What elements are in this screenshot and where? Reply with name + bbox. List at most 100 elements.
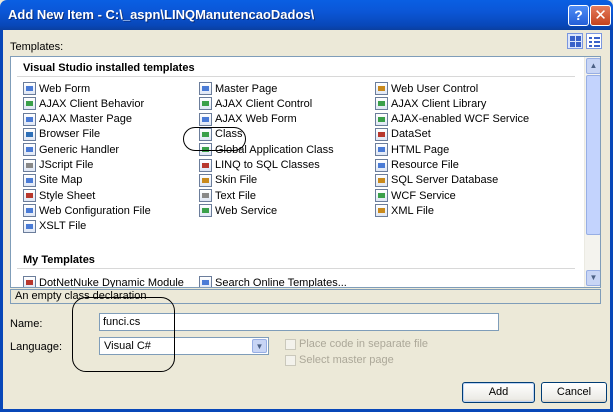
template-item[interactable]: AJAX-enabled WCF Service	[375, 112, 529, 127]
template-label: Style Sheet	[39, 189, 96, 202]
template-item[interactable]: JScript File	[23, 158, 93, 173]
close-button[interactable]: ✕	[590, 5, 611, 26]
template-icon	[375, 127, 388, 141]
large-icons-view-button[interactable]	[567, 33, 583, 49]
template-icon	[23, 143, 36, 157]
template-item[interactable]: XSLT File	[23, 219, 86, 234]
help-button[interactable]: ?	[568, 5, 589, 26]
template-label: Resource File	[391, 159, 459, 171]
template-label: JScript File	[39, 159, 94, 171]
template-label: AJAX Client Control	[215, 97, 313, 110]
template-label: Web Form	[39, 82, 91, 95]
template-label: XSLT File	[39, 220, 87, 233]
add-button[interactable]: Add	[462, 382, 535, 403]
template-item[interactable]: Web User Control	[375, 81, 478, 96]
template-icon	[199, 158, 212, 172]
master-page-label: Select master page	[299, 354, 394, 366]
template-label: AJAX Client Behavior	[39, 97, 145, 110]
class-highlight-annotation	[183, 127, 246, 151]
template-icon	[375, 112, 388, 126]
vertical-scrollbar[interactable]: ▲ ▼	[584, 57, 600, 287]
separate-file-checkbox[interactable]	[285, 339, 296, 350]
scroll-up-button[interactable]: ▲	[586, 58, 600, 74]
template-icon	[23, 173, 36, 187]
template-icon	[199, 204, 212, 218]
template-label: AJAX Client Library	[391, 97, 487, 110]
template-label: XML File	[391, 204, 434, 217]
name-label: Name:	[10, 318, 43, 330]
template-icon	[23, 82, 36, 95]
chevron-down-icon[interactable]: ▼	[252, 339, 267, 353]
template-item[interactable]: XML File	[375, 203, 434, 218]
template-item[interactable]: Web Configuration File	[23, 203, 151, 218]
master-page-checkbox[interactable]	[285, 355, 296, 366]
template-icon	[199, 82, 212, 95]
template-label: Search Online Templates...	[215, 276, 347, 288]
template-icon	[23, 127, 36, 141]
template-icon	[23, 276, 36, 287]
template-icon	[375, 173, 388, 187]
template-icon	[23, 97, 36, 111]
template-item[interactable]: AJAX Client Behavior	[23, 96, 144, 111]
template-item[interactable]: Web Form	[23, 81, 90, 96]
template-icon	[375, 204, 388, 218]
template-item[interactable]: WCF Service	[375, 188, 456, 203]
template-icon	[199, 112, 212, 126]
templates-list[interactable]: Visual Studio installed templates My Tem…	[10, 56, 601, 288]
template-icon	[375, 189, 388, 203]
template-label: DotNetNuke Dynamic Module	[39, 276, 184, 288]
template-icon	[23, 112, 36, 126]
template-icon	[23, 219, 36, 233]
template-item[interactable]: Resource File	[375, 158, 459, 173]
template-label: DataSet	[391, 128, 431, 141]
template-icon	[23, 204, 36, 218]
template-label: LINQ to SQL Classes	[215, 159, 320, 171]
small-icons-view-button[interactable]	[586, 33, 602, 49]
template-item[interactable]: HTML Page	[375, 142, 449, 157]
template-label: Web User Control	[391, 82, 479, 95]
template-label: Master Page	[215, 82, 278, 95]
template-item[interactable]: Style Sheet	[23, 188, 95, 203]
template-item[interactable]: SQL Server Database	[375, 173, 498, 188]
template-label: AJAX-enabled WCF Service	[391, 113, 530, 126]
template-icon	[375, 143, 388, 157]
template-item[interactable]: Generic Handler	[23, 142, 119, 157]
template-label: AJAX Web Form	[215, 113, 297, 126]
template-label: HTML Page	[391, 143, 450, 156]
template-item[interactable]: Text File	[199, 188, 256, 203]
template-item[interactable]: Web Service	[199, 203, 277, 218]
my-templates-header: My Templates	[23, 254, 95, 266]
template-item[interactable]: AJAX Web Form	[199, 112, 297, 127]
template-label: WCF Service	[391, 189, 456, 202]
template-item[interactable]: LINQ to SQL Classes	[199, 158, 320, 173]
template-item[interactable]: Master Page	[199, 81, 277, 96]
template-icon	[375, 158, 388, 172]
template-item[interactable]: Browser File	[23, 127, 100, 142]
template-item[interactable]: Skin File	[199, 173, 257, 188]
header-divider	[17, 268, 575, 269]
template-label: Generic Handler	[39, 143, 120, 156]
template-label: AJAX Master Page	[39, 113, 132, 126]
template-item[interactable]: Search Online Templates...	[199, 275, 347, 288]
template-label: Site Map	[39, 174, 83, 187]
template-label: Web Service	[215, 204, 278, 217]
template-icon	[199, 276, 212, 287]
header-divider	[17, 76, 575, 77]
template-item[interactable]: AJAX Master Page	[23, 112, 132, 127]
template-icon	[199, 189, 212, 203]
template-item[interactable]: DotNetNuke Dynamic Module	[23, 275, 184, 288]
templates-label: Templates:	[10, 41, 64, 53]
title-bar: Add New Item - C:\_aspn\LINQManutencaoDa…	[0, 0, 613, 30]
template-item[interactable]: AJAX Client Control	[199, 96, 312, 111]
template-item[interactable]: Site Map	[23, 173, 82, 188]
template-icon	[199, 173, 212, 187]
template-label: Skin File	[215, 174, 258, 187]
template-item[interactable]: DataSet	[375, 127, 431, 142]
scroll-down-button[interactable]: ▼	[586, 270, 600, 286]
cancel-button[interactable]: Cancel	[541, 382, 607, 403]
installed-templates-header: Visual Studio installed templates	[23, 62, 195, 74]
template-item[interactable]: AJAX Client Library	[375, 96, 486, 111]
scroll-thumb[interactable]	[586, 75, 600, 235]
template-label: SQL Server Database	[391, 174, 499, 187]
template-icon	[23, 189, 36, 203]
